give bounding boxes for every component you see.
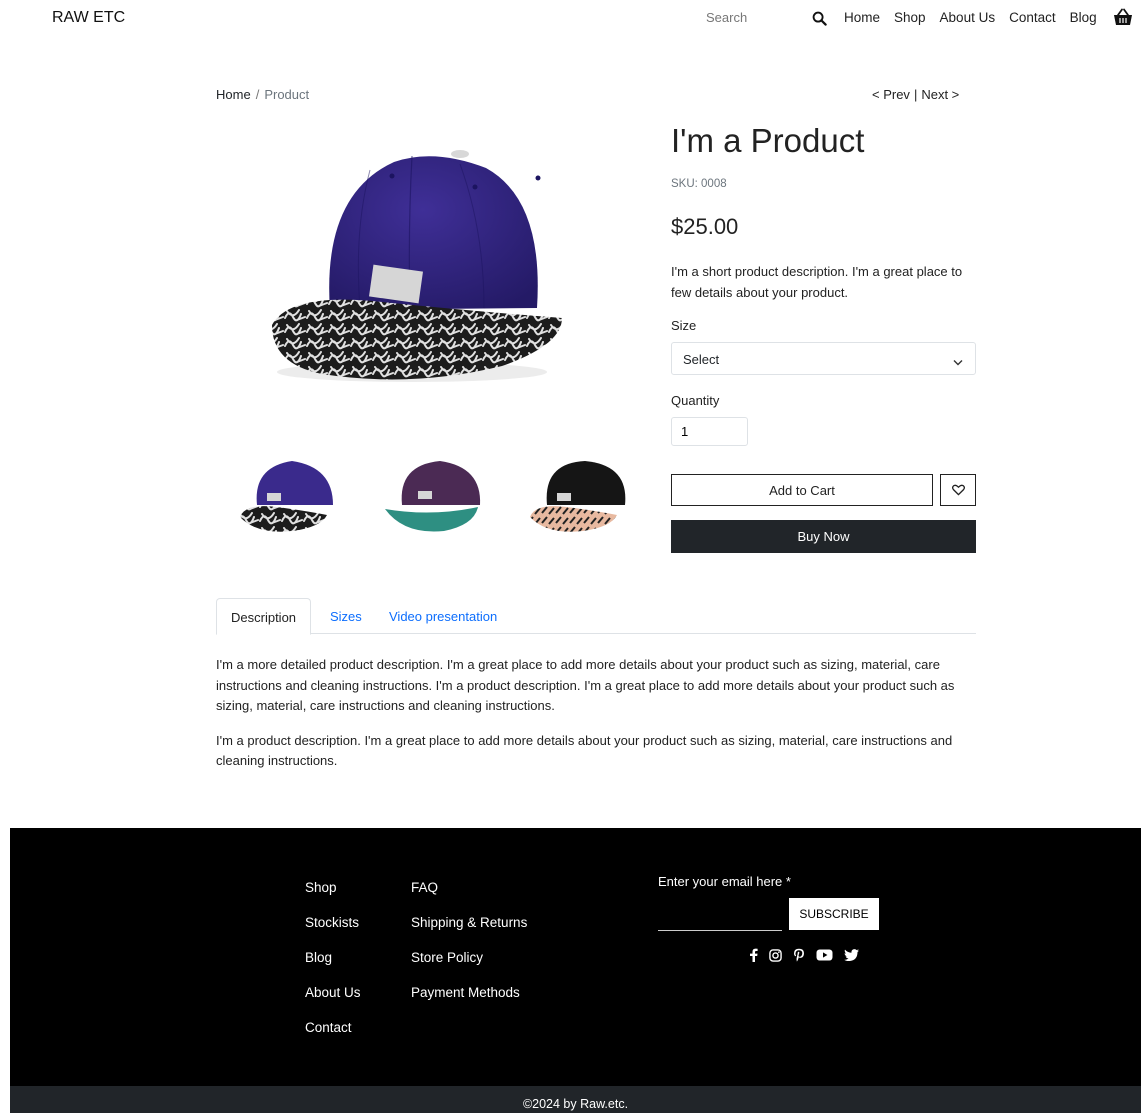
prev-link[interactable]: < Prev bbox=[872, 87, 910, 102]
add-to-cart-button[interactable]: Add to Cart bbox=[671, 474, 933, 506]
size-select-value: Select bbox=[683, 352, 720, 367]
footer-links-primary: Shop Stockists Blog About Us Contact bbox=[305, 880, 361, 1055]
facebook-icon[interactable] bbox=[749, 948, 758, 962]
description-paragraph: I'm a more detailed product description.… bbox=[216, 657, 955, 713]
product-title: I'm a Product bbox=[671, 122, 865, 159]
search-bar bbox=[706, 10, 831, 28]
tab-sizes[interactable]: Sizes bbox=[316, 598, 376, 635]
thumbnail-blue[interactable] bbox=[237, 455, 337, 537]
youtube-icon[interactable] bbox=[816, 949, 833, 961]
footer-link-shop[interactable]: Shop bbox=[305, 880, 361, 915]
tab-content: I'm a more detailed product description.… bbox=[216, 655, 981, 786]
footer-link-stockists[interactable]: Stockists bbox=[305, 915, 361, 950]
product-tabs: Description Sizes Video presentation bbox=[216, 598, 976, 635]
footer-link-faq[interactable]: FAQ bbox=[411, 880, 527, 915]
subscribe-button[interactable]: SUBSCRIBE bbox=[789, 898, 879, 930]
site-footer: Shop Stockists Blog About Us Contact FAQ… bbox=[10, 828, 1141, 1086]
footer-link-contact[interactable]: Contact bbox=[305, 1020, 361, 1055]
size-label: Size bbox=[671, 318, 697, 333]
main-nav: Home Shop About Us Contact Blog bbox=[844, 10, 1097, 25]
tab-description[interactable]: Description bbox=[216, 598, 312, 635]
nav-home[interactable]: Home bbox=[844, 10, 880, 25]
footer-link-payment-methods[interactable]: Payment Methods bbox=[411, 985, 527, 1020]
product-pager: < Prev | Next > bbox=[872, 87, 959, 102]
footer-link-blog[interactable]: Blog bbox=[305, 950, 361, 985]
nav-contact[interactable]: Contact bbox=[1009, 10, 1056, 25]
size-select[interactable]: Select bbox=[671, 342, 976, 375]
cart-icon[interactable] bbox=[1113, 8, 1133, 29]
site-header: RAW ETC Home Shop About Us Contact Blog bbox=[0, 0, 1141, 38]
search-icon[interactable] bbox=[812, 11, 827, 29]
tab-video-presentation[interactable]: Video presentation bbox=[375, 598, 511, 635]
email-field[interactable] bbox=[658, 898, 782, 931]
heart-icon bbox=[951, 484, 965, 496]
footer-link-shipping-returns[interactable]: Shipping & Returns bbox=[411, 915, 527, 950]
search-input[interactable] bbox=[706, 10, 806, 25]
product-price: $25.00 bbox=[671, 214, 739, 239]
quantity-label: Quantity bbox=[671, 393, 720, 408]
instagram-icon[interactable] bbox=[769, 948, 782, 962]
buy-now-button[interactable]: Buy Now bbox=[671, 520, 976, 553]
brand-logo[interactable]: RAW ETC bbox=[52, 9, 125, 27]
thumbnail-purple[interactable] bbox=[382, 455, 482, 537]
nav-blog[interactable]: Blog bbox=[1070, 10, 1097, 25]
breadcrumb-current: Product bbox=[264, 87, 310, 102]
email-label: Enter your email here * bbox=[658, 874, 791, 889]
footer-links-secondary: FAQ Shipping & Returns Store Policy Paym… bbox=[411, 880, 527, 1020]
pager-separator: | bbox=[913, 87, 918, 102]
footer-link-about-us[interactable]: About Us bbox=[305, 985, 361, 1020]
breadcrumb-separator: / bbox=[255, 87, 260, 102]
thumbnail-black[interactable] bbox=[527, 455, 627, 537]
social-links bbox=[749, 948, 859, 962]
product-short-description: I'm a short product description. I'm a g… bbox=[671, 264, 963, 300]
quantity-input[interactable] bbox=[671, 417, 748, 446]
twitter-icon[interactable] bbox=[844, 949, 859, 961]
chevron-down-icon bbox=[953, 354, 963, 369]
footer-link-store-policy[interactable]: Store Policy bbox=[411, 950, 527, 985]
wishlist-button[interactable] bbox=[940, 474, 976, 506]
next-link[interactable]: Next > bbox=[921, 87, 959, 102]
pinterest-icon[interactable] bbox=[793, 948, 805, 962]
breadcrumb: Home / Product bbox=[216, 87, 309, 102]
nav-about-us[interactable]: About Us bbox=[940, 10, 996, 25]
product-main-image[interactable] bbox=[262, 140, 562, 395]
copyright-bar: ©2024 by Raw.etc. bbox=[10, 1086, 1141, 1113]
copyright-text: ©2024 by Raw.etc. bbox=[522, 1097, 629, 1111]
breadcrumb-home[interactable]: Home bbox=[216, 87, 251, 102]
nav-shop[interactable]: Shop bbox=[894, 10, 926, 25]
description-paragraph: I'm a product description. I'm a great p… bbox=[216, 732, 953, 769]
product-sku: SKU: 0008 bbox=[671, 178, 727, 190]
